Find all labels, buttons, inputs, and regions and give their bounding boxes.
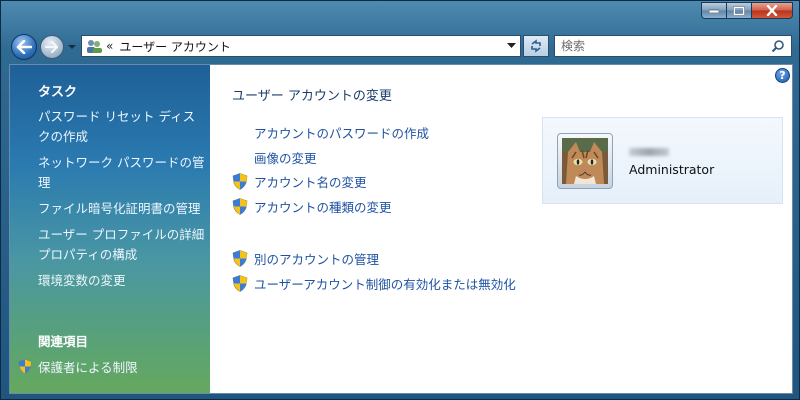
task-label: アカウント名の変更 <box>254 175 367 190</box>
task-pane: タスク パスワード リセット ディスクの作成 ネットワーク パスワードの管理 フ… <box>10 65 210 393</box>
chevron-down-icon <box>68 45 76 49</box>
sidebar-item-encryption-certificates[interactable]: ファイル暗号化証明書の管理 <box>38 199 206 219</box>
sidebar-item-profile-properties[interactable]: ユーザー プロファイルの詳細プロパティの構成 <box>38 225 206 265</box>
shield-icon <box>232 250 248 267</box>
address-bar[interactable]: « ユーザー アカウント <box>81 35 521 57</box>
sidebar-item-environment-variables[interactable]: 環境変数の変更 <box>38 271 206 291</box>
task-label: 別のアカウントの管理 <box>254 252 380 267</box>
maximize-icon <box>733 5 745 16</box>
sidebar-item-network-passwords[interactable]: ネットワーク パスワードの管理 <box>38 153 206 193</box>
account-name: Administrator <box>629 162 715 177</box>
arrow-left-icon <box>16 40 32 54</box>
shield-icon <box>232 275 248 292</box>
shield-icon <box>18 359 32 374</box>
search-box[interactable] <box>554 35 792 57</box>
toggle-uac-link[interactable]: ユーザーアカウント制御の有効化または無効化 <box>232 274 516 293</box>
address-dropdown-icon[interactable] <box>507 43 516 49</box>
change-account-type-link[interactable]: アカウントの種類の変更 <box>232 197 392 216</box>
breadcrumb-overflow[interactable]: « <box>106 39 113 53</box>
refresh-icon <box>531 39 541 53</box>
main-panel: ? ユーザー アカウントの変更 アカウントのパスワードの作成 画像の変更 アカウ… <box>210 65 792 393</box>
shield-icon <box>232 173 248 190</box>
breadcrumb[interactable]: ユーザー アカウント <box>119 38 231 55</box>
refresh-button[interactable] <box>523 35 549 57</box>
avatar[interactable] <box>557 133 613 189</box>
close-button[interactable] <box>751 2 793 19</box>
change-picture-link[interactable]: 画像の変更 <box>232 148 317 167</box>
manage-another-account-link[interactable]: 別のアカウントの管理 <box>232 249 379 268</box>
sidebar-item-label: 保護者による制限 <box>38 360 138 375</box>
task-label: アカウントの種類の変更 <box>254 200 392 215</box>
minimize-button[interactable] <box>701 2 727 19</box>
account-subtitle-redacted <box>629 148 669 156</box>
change-account-name-link[interactable]: アカウント名の変更 <box>232 172 367 191</box>
page-title: ユーザー アカウントの変更 <box>232 89 392 104</box>
shield-icon <box>232 198 248 215</box>
task-label: 画像の変更 <box>254 151 317 166</box>
close-icon <box>766 5 778 16</box>
forward-button[interactable] <box>40 35 64 59</box>
sidebar-item-password-reset-disk[interactable]: パスワード リセット ディスクの作成 <box>38 107 206 147</box>
help-icon[interactable]: ? <box>775 68 790 83</box>
maximize-button[interactable] <box>726 2 752 19</box>
cat-avatar-icon <box>562 138 608 184</box>
related-heading: 関連項目 <box>38 334 89 349</box>
search-icon[interactable] <box>771 39 785 53</box>
caption-buttons <box>701 2 793 19</box>
arrow-right-icon <box>45 41 59 53</box>
back-button[interactable] <box>11 34 37 60</box>
task-label: アカウントのパスワードの作成 <box>254 126 430 141</box>
task-label: ユーザーアカウント制御の有効化または無効化 <box>254 277 516 292</box>
tasks-heading: タスク <box>38 85 78 100</box>
content-area: タスク パスワード リセット ディスクの作成 ネットワーク パスワードの管理 フ… <box>9 64 793 394</box>
explorer-window: « ユーザー アカウント タスク パスワード リセット ディスクの作成 ネットワ… <box>0 0 800 400</box>
minimize-icon <box>709 9 719 13</box>
recent-pages-dropdown[interactable] <box>67 41 77 51</box>
user-accounts-icon <box>87 40 102 53</box>
create-password-link[interactable]: アカウントのパスワードの作成 <box>232 123 429 142</box>
account-card: Administrator <box>542 117 783 204</box>
search-input[interactable] <box>561 39 761 53</box>
sidebar-item-parental-controls[interactable]: 保護者による制限 <box>18 357 138 376</box>
